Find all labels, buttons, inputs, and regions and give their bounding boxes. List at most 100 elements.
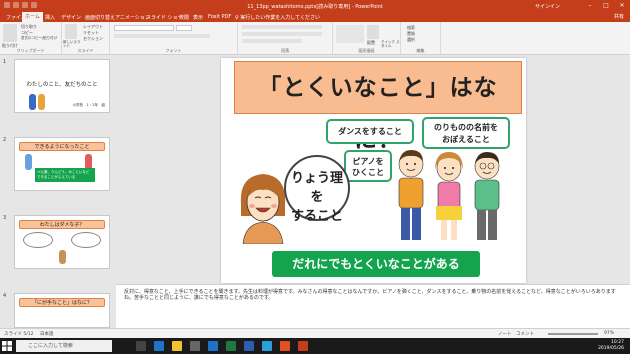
slide-counter: スライド 5/12 <box>4 332 34 337</box>
thumbnail-title: できるようになったこと <box>19 142 105 151</box>
notes-toggle-button[interactable]: ノート <box>498 331 512 337</box>
slide-editor[interactable]: 「とくいなこと」はなに？ ダンスをすること のりものの名前を おぼえること ピア… <box>116 55 630 284</box>
thumbnail-number: 1 <box>3 59 7 65</box>
share-button[interactable]: 共有 <box>614 13 624 20</box>
app-icon[interactable] <box>280 341 290 351</box>
bubble-text-line1: のりものの名前を <box>434 123 498 132</box>
paste-icon[interactable] <box>3 24 17 42</box>
font-name-select[interactable] <box>114 25 174 31</box>
minimize-button[interactable]: – <box>582 0 598 11</box>
system-tray-clock[interactable]: 10:27 2019/05/26 <box>598 340 624 352</box>
word-icon[interactable] <box>244 341 254 351</box>
thumbnail-subtitle: 小学校 1・2年 組 <box>72 103 105 107</box>
thumbnail-caption: ぺん服、うんどう、みこといなど できることがふえている <box>35 168 95 182</box>
clock-date: 2019/05/26 <box>598 346 624 351</box>
paragraph-group: 段落 <box>238 22 333 55</box>
bubble-vehicle-names[interactable]: のりものの名前を おぼえること <box>422 117 510 149</box>
thumbnail-title: 「にが手なこと」はなに？ <box>19 298 105 307</box>
status-bar: スライド 5/12 日本語 ノート コメント 97% <box>0 328 630 338</box>
new-slide-button[interactable]: 新しいスライド <box>63 40 83 48</box>
slide-thumbnail-2[interactable]: できるようになったこと ぺん服、うんどう、みこといなど できることがふえている <box>14 137 110 191</box>
bubble-text: ダンスをすること <box>338 127 402 136</box>
slide-thumbnail-3[interactable]: わたしはダメな子？ <box>14 215 110 269</box>
ribbon-tabs: ファイル ホーム 挿入 デザイン 画面切り替え アニメーション スライド ショー… <box>0 11 630 22</box>
child-figure <box>59 250 66 264</box>
drawing-group-label: 図形描画 <box>358 48 375 53</box>
tab-insert[interactable]: 挿入 <box>42 13 58 22</box>
slides-group: 新しいスライド レイアウト リセット セクション スライド <box>62 22 110 55</box>
list-buttons[interactable] <box>242 25 322 29</box>
paragraph-group-label: 段落 <box>281 48 289 53</box>
shapes-gallery[interactable] <box>336 25 364 43</box>
drawing-group: 配置 クイック スタイル 図形描画 <box>333 22 401 55</box>
mail-icon[interactable] <box>208 341 218 351</box>
taskbar-search-input[interactable]: ここに入力して検索 <box>16 340 112 352</box>
bubble-piano[interactable]: ピアノを ひくこと <box>344 150 392 182</box>
thumbnail-number: 3 <box>3 215 7 221</box>
store-icon[interactable] <box>190 341 200 351</box>
tab-home[interactable]: ホーム <box>22 12 43 22</box>
clipboard-group-label: クリップボード <box>16 48 45 53</box>
font-size-select[interactable] <box>176 25 192 31</box>
bubble-text-line1: りょう理を <box>290 171 343 205</box>
bubble-text-line2: すること <box>290 209 343 224</box>
editing-group: 検索 置換 選択 編集 <box>401 22 441 55</box>
file-explorer-icon[interactable] <box>172 341 182 351</box>
language-indicator[interactable]: 日本語 <box>40 331 54 337</box>
current-slide[interactable]: 「とくいなこと」はなに？ ダンスをすること のりものの名前を おぼえること ピア… <box>221 58 526 283</box>
powerpoint-window: 11_13pp_watashitomo.pptx[読み取り専用] - Power… <box>0 0 630 354</box>
editing-group-label: 編集 <box>416 48 425 53</box>
task-view-icon[interactable] <box>136 341 146 351</box>
edge-icon[interactable] <box>154 341 164 351</box>
excel-icon[interactable] <box>226 341 236 351</box>
bubble-cooking[interactable]: りょう理を すること <box>284 155 350 224</box>
format-painter-button[interactable]: 書式のコピー/貼り付け <box>21 36 57 41</box>
section-button[interactable]: セクション <box>83 36 103 42</box>
tab-design[interactable]: デザイン <box>58 13 84 22</box>
font-group-label: フォント <box>165 48 182 53</box>
thumbnail-number: 4 <box>3 293 7 299</box>
windows-start-icon[interactable] <box>2 341 12 351</box>
speaker-notes[interactable]: 反対に、得意なこと、上手にできることを聞きます。先生は料理が得意です。みなさんの… <box>116 284 630 328</box>
speech-bubble-icon <box>71 232 101 248</box>
font-group: フォント <box>110 22 238 55</box>
text-direction-buttons[interactable] <box>242 39 302 43</box>
title-bar: 11_13pp_watashitomo.pptx[読み取り専用] - Power… <box>0 0 630 11</box>
children-illustration <box>398 150 500 240</box>
clipboard-group: 貼り付け 切り取り コピー 書式のコピー/貼り付け クリップボード <box>0 22 62 55</box>
signin-link[interactable]: サインイン <box>535 3 560 10</box>
bubble-text-line1: ピアノを <box>352 157 384 166</box>
select-button[interactable]: 選択 <box>407 37 415 43</box>
tab-foxit-pdf[interactable]: Foxit PDF <box>205 13 234 21</box>
slide-thumbnail-pane[interactable]: 1 わたしのこと、友だちのこと 小学校 1・2年 組 2 できるようになったこと… <box>0 55 116 328</box>
tell-me-search[interactable]: ♀ 実行したい作業を入力してください <box>232 13 323 22</box>
arrange-button[interactable]: 配置 <box>367 40 375 46</box>
thumbnail-title: わたしはダメな子？ <box>19 220 105 229</box>
new-slide-icon[interactable] <box>65 24 77 39</box>
zoom-slider[interactable] <box>548 333 598 335</box>
maximize-button[interactable]: □ <box>598 0 614 11</box>
slide-thumbnail-4[interactable]: 「にが手なこと」はなに？ <box>14 293 110 328</box>
zoom-level[interactable]: 97% <box>604 331 614 336</box>
comments-toggle-button[interactable]: コメント <box>516 331 534 337</box>
bubble-dance[interactable]: ダンスをすること <box>326 119 414 144</box>
thumbnail-title: わたしのこと、友だちのこと <box>26 82 98 88</box>
speech-bubble-icon <box>23 232 53 248</box>
window-controls: – □ ✕ <box>582 0 630 11</box>
bubble-text-line2: ひくこと <box>352 168 384 177</box>
app-icon[interactable] <box>262 341 272 351</box>
child-figure <box>29 94 36 110</box>
arrange-icon[interactable] <box>367 25 379 39</box>
bubble-text-line2: おぼえること <box>442 135 490 144</box>
windows-taskbar: ここに入力して検索 10:27 2019/05/26 <box>0 338 630 354</box>
slide-thumbnail-1[interactable]: わたしのこと、友だちのこと 小学校 1・2年 組 <box>14 59 110 113</box>
slides-group-label: スライド <box>77 48 94 53</box>
font-format-buttons[interactable] <box>114 34 210 38</box>
tab-view[interactable]: 表示 <box>190 13 206 22</box>
slide-title[interactable]: 「とくいなこと」はなに？ <box>234 61 522 153</box>
powerpoint-icon[interactable] <box>298 341 308 351</box>
quick-styles-button[interactable]: クイック スタイル <box>381 40 401 48</box>
close-button[interactable]: ✕ <box>614 0 630 11</box>
slide-banner[interactable]: だれにでもとくいなことがある <box>272 251 480 277</box>
alignment-buttons[interactable] <box>242 32 322 36</box>
